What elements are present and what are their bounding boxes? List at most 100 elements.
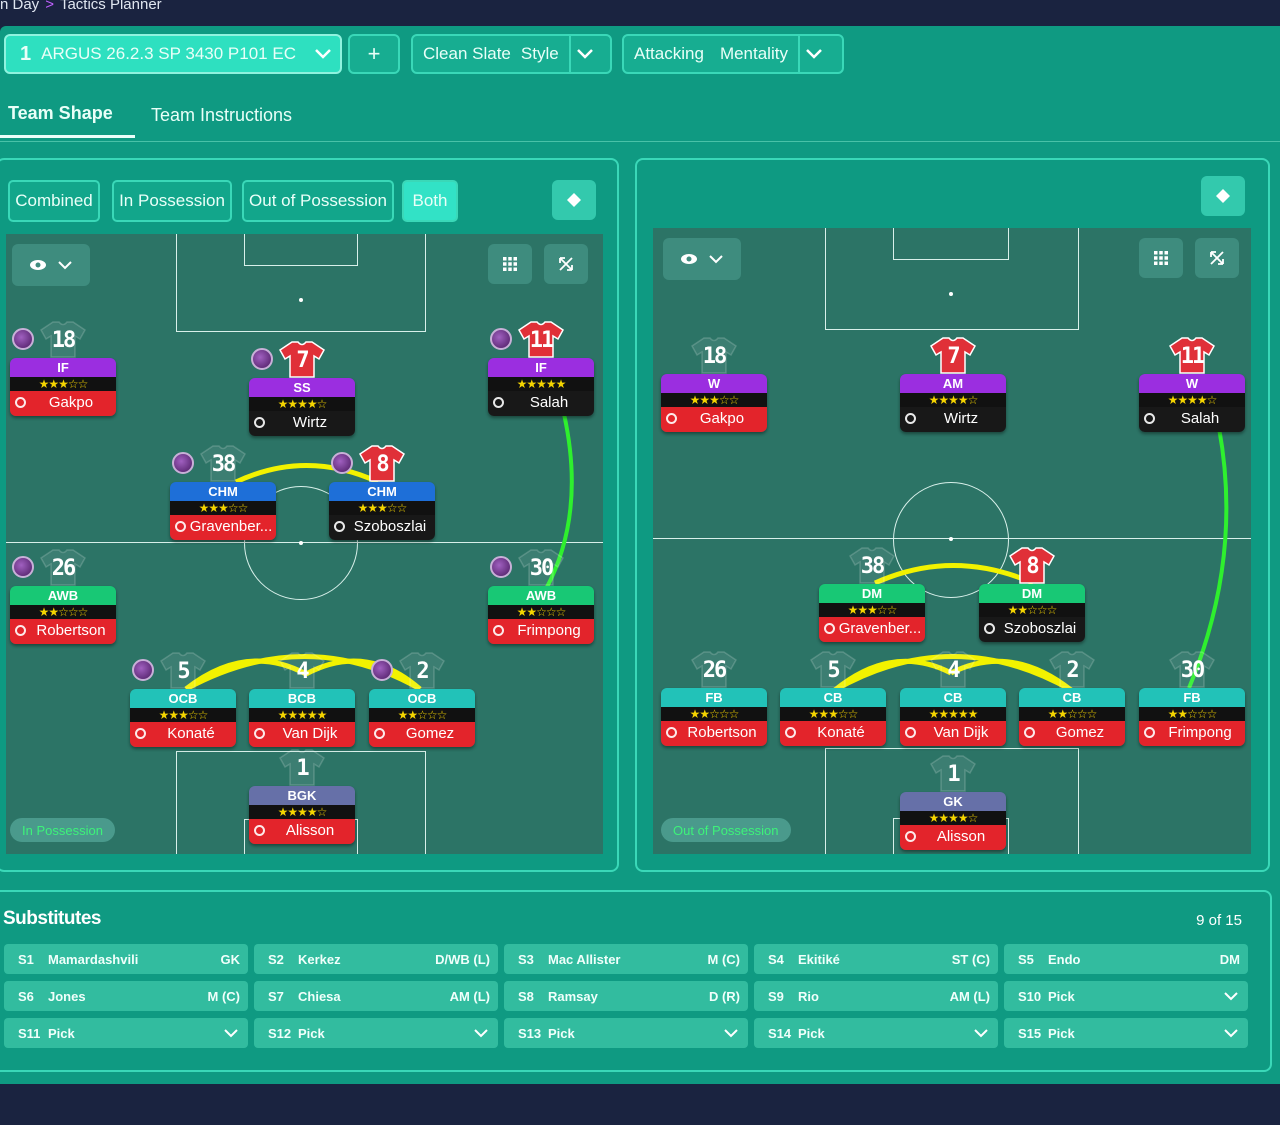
chevron-down-icon[interactable] <box>568 36 599 72</box>
tab-bar: Team Shape Team Instructions <box>0 92 1280 142</box>
player-card[interactable]: W ★★★★☆ Salah <box>1139 374 1245 432</box>
mode-combined[interactable]: Combined <box>8 180 100 222</box>
player-gomez[interactable]: 2 CB ★★☆☆☆ Gomez <box>1019 651 1125 748</box>
rating-stars: ★★★☆☆ <box>661 393 767 407</box>
player-card[interactable]: CB ★★☆☆☆ Gomez <box>1019 688 1125 746</box>
player-card[interactable]: AM ★★★★☆ Wirtz <box>900 374 1006 432</box>
player-card[interactable]: OCB ★★★☆☆ Konaté <box>130 689 236 747</box>
player-card[interactable]: BCB ★★★★★ Van Dijk <box>249 689 355 747</box>
diamond-icon[interactable] <box>1201 176 1245 216</box>
add-tactic-button[interactable]: + <box>348 34 400 74</box>
player-robertson[interactable]: 26 FB ★★☆☆☆ Robertson <box>661 651 767 748</box>
player-card[interactable]: DM ★★☆☆☆ Szoboszlai <box>979 584 1085 642</box>
player-card[interactable]: IF ★★★☆☆ Gakpo <box>10 358 116 416</box>
eye-icon <box>681 254 697 264</box>
player-name: Van Dijk <box>282 725 338 742</box>
player-szoboszlai[interactable]: 8 DM ★★☆☆☆ Szoboszlai <box>979 547 1085 644</box>
player-wirtz[interactable]: 7 SS ★★★★☆ Wirtz <box>249 341 355 438</box>
player-gravenber[interactable]: 38 CHM ★★★☆☆ Gravenber... <box>170 445 276 542</box>
expand-icon[interactable] <box>1195 238 1239 278</box>
player-van-dijk[interactable]: 4 CB ★★★★★ Van Dijk <box>900 651 1006 748</box>
rating-stars: ★★★★☆ <box>249 805 355 819</box>
player-gakpo[interactable]: 18 IF ★★★☆☆ Gakpo <box>10 321 116 418</box>
visibility-toggle[interactable] <box>663 238 741 280</box>
player-role: FB <box>1139 688 1245 707</box>
mode-out-of-possession[interactable]: Out of Possession <box>242 180 394 222</box>
player-frimpong[interactable]: 30 FB ★★☆☆☆ Frimpong <box>1139 651 1245 748</box>
sub-slot-s9[interactable]: S9 Rio AM (L) <box>754 981 998 1011</box>
player-konat[interactable]: 5 OCB ★★★☆☆ Konaté <box>130 652 236 749</box>
player-gakpo[interactable]: 18 W ★★★☆☆ Gakpo <box>661 337 767 434</box>
player-card[interactable]: CB ★★★☆☆ Konaté <box>780 688 886 746</box>
player-card[interactable]: CHM ★★★☆☆ Szoboszlai <box>329 482 435 540</box>
diamond-icon[interactable] <box>552 180 596 220</box>
player-robertson[interactable]: 26 AWB ★★☆☆☆ Robertson <box>10 549 116 646</box>
player-alisson[interactable]: 1 BGK ★★★★☆ Alisson <box>249 749 355 846</box>
player-card[interactable]: CB ★★★★★ Van Dijk <box>900 688 1006 746</box>
sub-slot-s7[interactable]: S7 Chiesa AM (L) <box>254 981 498 1011</box>
player-card[interactable]: BGK ★★★★☆ Alisson <box>249 786 355 844</box>
player-frimpong[interactable]: 30 AWB ★★☆☆☆ Frimpong <box>488 549 594 646</box>
sub-slot-s3[interactable]: S3 Mac Allister M (C) <box>504 944 748 974</box>
grid-icon[interactable] <box>488 244 532 284</box>
sub-slot-s4[interactable]: S4 Ekitiké ST (C) <box>754 944 998 974</box>
player-card[interactable]: GK ★★★★☆ Alisson <box>900 792 1006 850</box>
person-icon <box>905 831 916 842</box>
player-number: 26 <box>51 556 77 581</box>
sub-slot-s14[interactable]: S14 Pick <box>754 1018 998 1048</box>
player-salah[interactable]: 11 IF ★★★★★ Salah <box>488 321 594 418</box>
player-konat[interactable]: 5 CB ★★★☆☆ Konaté <box>780 651 886 748</box>
player-card[interactable]: CHM ★★★☆☆ Gravenber... <box>170 482 276 540</box>
player-alisson[interactable]: 1 GK ★★★★☆ Alisson <box>900 755 1006 852</box>
player-gomez[interactable]: 2 OCB ★★☆☆☆ Gomez <box>369 652 475 749</box>
style-selector[interactable]: Clean Slate Style <box>411 34 612 74</box>
player-szoboszlai[interactable]: 8 CHM ★★★☆☆ Szoboszlai <box>329 445 435 542</box>
chevron-down-icon[interactable] <box>797 36 828 72</box>
player-card[interactable]: W ★★★☆☆ Gakpo <box>661 374 767 432</box>
sub-slot-s8[interactable]: S8 Ramsay D (R) <box>504 981 748 1011</box>
player-salah[interactable]: 11 W ★★★★☆ Salah <box>1139 337 1245 434</box>
player-card[interactable]: IF ★★★★★ Salah <box>488 358 594 416</box>
mentality-selector[interactable]: Attacking Mentality <box>622 34 844 74</box>
grid-icon[interactable] <box>1139 238 1183 278</box>
chevron-down-icon <box>709 255 723 264</box>
rating-stars: ★★☆☆☆ <box>979 603 1085 617</box>
player-number: 11 <box>529 328 555 353</box>
player-card[interactable]: AWB ★★☆☆☆ Robertson <box>10 586 116 644</box>
sub-slot-s10[interactable]: S10 Pick <box>1004 981 1248 1011</box>
mentality-label: Mentality <box>719 44 788 63</box>
sub-position: GK <box>220 951 241 967</box>
sub-slot-s6[interactable]: S6 Jones M (C) <box>4 981 248 1011</box>
sub-slot-s13[interactable]: S13 Pick <box>504 1018 748 1048</box>
player-orb-icon <box>12 556 34 578</box>
mode-both[interactable]: Both <box>402 180 458 222</box>
tab-team-instructions[interactable]: Team Instructions <box>151 92 292 138</box>
player-card[interactable]: DM ★★★☆☆ Gravenber... <box>819 584 925 642</box>
sub-slot-s2[interactable]: S2 Kerkez D/WB (L) <box>254 944 498 974</box>
mode-in-possession[interactable]: In Possession <box>112 180 232 222</box>
player-card[interactable]: FB ★★☆☆☆ Frimpong <box>1139 688 1245 746</box>
player-number: 26 <box>702 658 728 683</box>
sub-position: AM (L) <box>449 988 490 1004</box>
player-name: Szoboszlai <box>1003 620 1077 637</box>
breadcrumb-prev[interactable]: n Day <box>0 0 39 13</box>
sub-slot-s5[interactable]: S5 Endo DM <box>1004 944 1248 974</box>
sub-slot-s12[interactable]: S12 Pick <box>254 1018 498 1048</box>
sub-slot-s1[interactable]: S1 Mamardashvili GK <box>4 944 248 974</box>
player-role: W <box>1139 374 1245 393</box>
player-card[interactable]: OCB ★★☆☆☆ Gomez <box>369 689 475 747</box>
expand-icon[interactable] <box>544 244 588 284</box>
tab-team-shape[interactable]: Team Shape <box>0 92 135 138</box>
player-van-dijk[interactable]: 4 BCB ★★★★★ Van Dijk <box>249 652 355 749</box>
tactic-selector[interactable]: 1 ARGUS 26.2.3 SP 3430 P101 EC <box>4 34 342 74</box>
player-gravenber[interactable]: 38 DM ★★★☆☆ Gravenber... <box>819 547 925 644</box>
sub-slot-s15[interactable]: S15 Pick <box>1004 1018 1248 1048</box>
player-card[interactable]: SS ★★★★☆ Wirtz <box>249 378 355 436</box>
player-card[interactable]: FB ★★☆☆☆ Robertson <box>661 688 767 746</box>
player-wirtz[interactable]: 7 AM ★★★★☆ Wirtz <box>900 337 1006 434</box>
visibility-toggle[interactable] <box>12 244 90 286</box>
pitch-out-of-possession: 18 W ★★★☆☆ Gakpo 7 AM ★★★★☆ Wirtz 11 W ★★★★☆ Salah 3… <box>653 228 1251 854</box>
sub-slot-s11[interactable]: S11 Pick <box>4 1018 248 1048</box>
sub-slot-id: S2 <box>268 951 284 967</box>
player-card[interactable]: AWB ★★☆☆☆ Frimpong <box>488 586 594 644</box>
